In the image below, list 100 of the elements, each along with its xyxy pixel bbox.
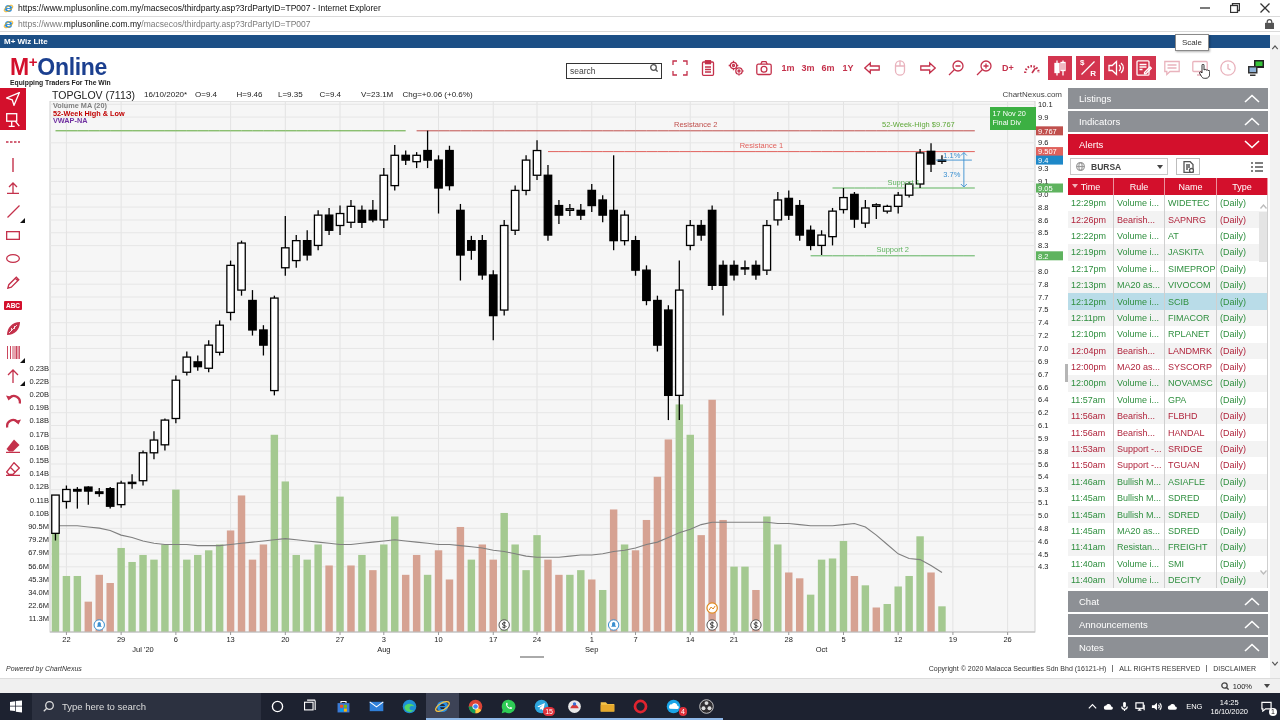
candle bbox=[850, 191, 859, 229]
table-row[interactable]: 12:19pm Volume i... JASKITA (Daily) bbox=[1068, 244, 1268, 261]
shopping-bag-icon bbox=[335, 698, 352, 715]
candle bbox=[51, 494, 60, 542]
table-cell: (Daily) bbox=[1217, 293, 1268, 310]
table-row[interactable]: 11:41am Resistan... FREIGHT (Daily) bbox=[1068, 539, 1268, 556]
support-resistance-button[interactable]: $ R bbox=[1076, 56, 1100, 80]
dashed-line-icon bbox=[6, 140, 20, 143]
table-cell: (Daily) bbox=[1217, 457, 1268, 474]
drawing-tool[interactable] bbox=[0, 88, 26, 109]
table-row[interactable]: 12:26pm Bearish... SAPNRG (Daily) bbox=[1068, 211, 1268, 228]
cursor-arrow-icon bbox=[6, 91, 20, 106]
submenu-triangle-icon bbox=[20, 357, 25, 363]
period-button[interactable]: 1m bbox=[779, 56, 797, 80]
candle bbox=[412, 151, 421, 169]
search-field[interactable]: Type here to search bbox=[32, 693, 261, 720]
period-button[interactable]: 1Y bbox=[839, 56, 857, 80]
dollar-marker-icon[interactable] bbox=[498, 619, 510, 631]
candle bbox=[346, 199, 356, 229]
table-row[interactable]: 12:29pm Volume i... WIDETEC (Daily) bbox=[1068, 195, 1268, 212]
panel-header[interactable]: Chat bbox=[1068, 591, 1268, 612]
stripes-icon bbox=[6, 345, 20, 359]
redo-icon bbox=[5, 416, 21, 428]
segmented-circle-icon bbox=[467, 698, 484, 715]
trend-marker-icon[interactable] bbox=[706, 602, 718, 614]
resize-handle[interactable] bbox=[520, 656, 544, 658]
table-row[interactable]: 12:10pm Volume i... RPLANET (Daily) bbox=[1068, 326, 1268, 343]
period-button[interactable]: 6m bbox=[819, 56, 837, 80]
table-cell: 11:40am bbox=[1068, 572, 1114, 589]
caret-down-icon[interactable] bbox=[1264, 684, 1270, 688]
table-cell: (Daily) bbox=[1217, 375, 1268, 392]
price-readout: C=9.4 bbox=[319, 90, 343, 99]
bell-marker-icon[interactable] bbox=[607, 619, 620, 631]
table-row[interactable]: 12:00pm Volume i... NOVAMSC (Daily) bbox=[1068, 375, 1268, 392]
scrollbar-thumb[interactable] bbox=[1259, 212, 1267, 262]
price-readout: O=9.4 bbox=[195, 90, 218, 99]
table-cell: TGUAN bbox=[1165, 457, 1217, 474]
dollar-marker-icon[interactable] bbox=[750, 619, 762, 631]
chevron-up-icon bbox=[1244, 643, 1260, 652]
table-cell: Support -... bbox=[1114, 457, 1165, 474]
candle bbox=[828, 207, 837, 247]
panel-header[interactable]: Listings bbox=[1068, 88, 1268, 109]
panel-header[interactable]: Announcements bbox=[1068, 614, 1268, 635]
sound-button[interactable] bbox=[1104, 56, 1128, 80]
notes-button[interactable] bbox=[1132, 56, 1156, 80]
source-label: ChartNexus.com bbox=[1002, 90, 1062, 99]
speaker-icon[interactable] bbox=[1150, 701, 1162, 712]
table-row[interactable]: 11:56am Bearish... FLBHD (Daily) bbox=[1068, 408, 1268, 425]
period-button[interactable]: 3m bbox=[799, 56, 817, 80]
caret-down-icon bbox=[1157, 164, 1163, 169]
dollar-marker-icon[interactable] bbox=[706, 619, 718, 631]
candle bbox=[642, 264, 651, 306]
panel-header[interactable]: Notes bbox=[1068, 637, 1268, 658]
page-scrollbar[interactable] bbox=[1270, 35, 1280, 678]
table-row[interactable]: 11:50am Support -... TGUAN (Daily) bbox=[1068, 457, 1268, 474]
price-readout: V=23.1M bbox=[361, 90, 395, 99]
exchange-dropdown[interactable]: BURSA bbox=[1070, 158, 1168, 175]
note-pencil-icon bbox=[1136, 60, 1152, 76]
table-row[interactable]: 12:12pm Volume i... SCIB (Daily) bbox=[1068, 293, 1268, 310]
address-field[interactable]: https://www.mplusonline.com.my/macsecos/thirdparty.asp?3rdPartyID=TP007 bbox=[18, 19, 1265, 29]
table-cell: 11:41am bbox=[1068, 539, 1114, 556]
panel-header[interactable]: Alerts bbox=[1068, 134, 1268, 155]
table-cell: 11:40am bbox=[1068, 555, 1114, 572]
candlestick-button[interactable] bbox=[1048, 56, 1072, 80]
microphone-icon[interactable] bbox=[1118, 701, 1130, 712]
period-button[interactable]: D+ bbox=[999, 56, 1017, 80]
cloud-icon[interactable] bbox=[1166, 701, 1178, 712]
chevron-up-icon[interactable] bbox=[1086, 701, 1098, 712]
table-cell: Volume i... bbox=[1114, 260, 1165, 277]
table-row[interactable]: 11:56am Bearish... HANDAL (Daily) bbox=[1068, 424, 1268, 441]
left-arrow-icon bbox=[864, 60, 880, 76]
logo-text: M$^{+}$Online bbox=[10, 51, 108, 78]
list-icon[interactable] bbox=[1251, 161, 1263, 172]
report-button[interactable] bbox=[1176, 158, 1200, 175]
chevron-up-icon bbox=[1244, 94, 1260, 103]
ring-app-icon bbox=[434, 698, 451, 715]
bell-marker-icon[interactable] bbox=[93, 619, 105, 631]
table-row[interactable]: 11:45am Bullish M... SDRED (Daily) bbox=[1068, 490, 1268, 507]
ellipse-icon bbox=[6, 254, 20, 264]
cloud-icon[interactable] bbox=[1102, 701, 1114, 712]
slash-icon bbox=[1081, 61, 1095, 75]
eraser-icon bbox=[6, 438, 20, 453]
price-readout: H=9.46 bbox=[236, 90, 264, 99]
drawing-tool[interactable] bbox=[0, 109, 26, 130]
scroll-down-icon bbox=[1271, 661, 1279, 666]
chevron-up-icon bbox=[1244, 620, 1260, 629]
table-row[interactable]: 11:45am Bullish M... SDRED (Daily) bbox=[1068, 506, 1268, 523]
stock-symbol: TOPGLOV (7113) bbox=[52, 88, 137, 101]
panel-header[interactable]: Indicators bbox=[1068, 111, 1268, 132]
circle-icon bbox=[269, 698, 286, 715]
candle bbox=[817, 229, 826, 256]
candle bbox=[62, 484, 71, 510]
table-cell: (Daily) bbox=[1217, 326, 1268, 343]
globe-icon bbox=[1076, 162, 1085, 171]
network-icon[interactable] bbox=[1134, 701, 1146, 712]
candle bbox=[685, 219, 695, 251]
notification-icon[interactable] bbox=[1260, 701, 1272, 712]
search-field[interactable]: search bbox=[566, 63, 662, 79]
splitter-handle[interactable] bbox=[1065, 364, 1068, 382]
candle bbox=[653, 295, 662, 353]
